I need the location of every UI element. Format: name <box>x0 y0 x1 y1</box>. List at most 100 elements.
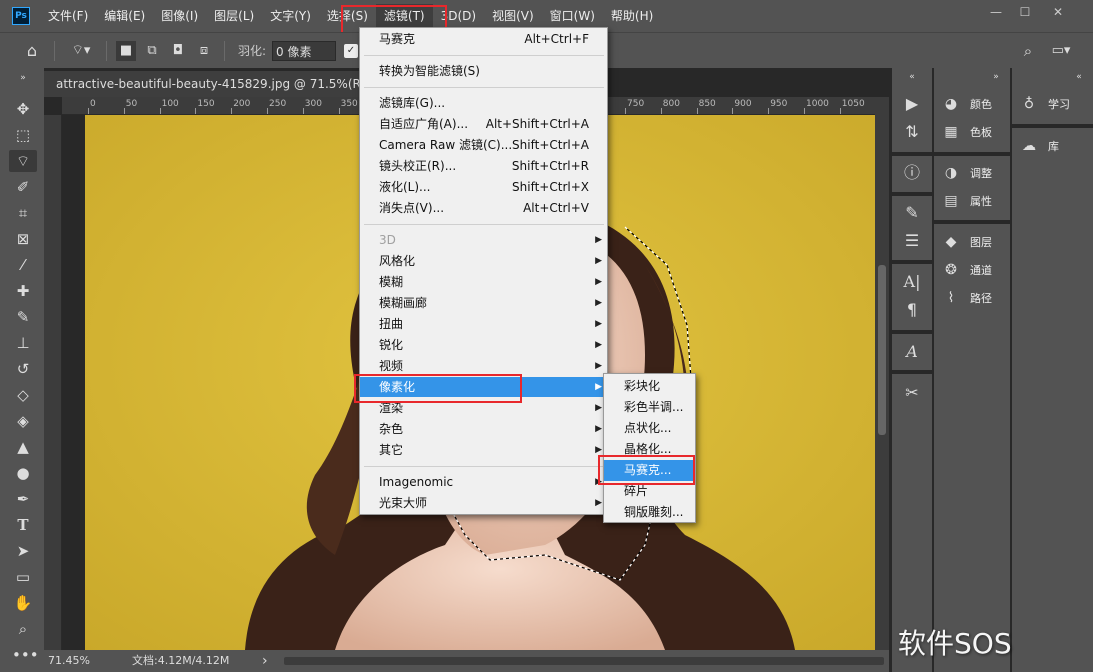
glyphs-icon[interactable]: A <box>900 341 924 363</box>
collapse-arrows-icon[interactable]: « <box>1067 66 1091 88</box>
intersect-selection-icon[interactable]: ⧈ <box>194 41 214 61</box>
play-actions-icon[interactable]: ▶ <box>900 93 924 115</box>
history-icon[interactable]: ⇅ <box>900 121 924 143</box>
more-tools-icon[interactable]: ••• <box>12 644 39 666</box>
menu-item-noise[interactable]: 杂色 ▶ <box>360 419 607 439</box>
new-selection-icon[interactable]: ■ <box>116 41 136 61</box>
submenu-item-facet[interactable]: 彩块化 <box>604 376 695 397</box>
menu-item-pixelate[interactable]: 像素化 ▶ <box>360 377 607 397</box>
document-tab[interactable]: attractive-beautiful-beauty-415829.jpg @… <box>44 71 364 97</box>
eyedropper-icon[interactable]: ⁄ <box>12 254 34 276</box>
menu-item-filter-gallery[interactable]: 滤镜库(G)... <box>360 93 607 113</box>
collapse-arrows-icon[interactable]: » <box>984 66 1008 88</box>
menu-item-other[interactable]: 其它 ▶ <box>360 440 607 460</box>
vertical-scrollbar[interactable] <box>875 97 889 650</box>
search-icon[interactable]: ⌕ <box>1018 41 1038 61</box>
panel-color[interactable]: ◕ 颜色 <box>940 92 992 116</box>
type-tool-icon[interactable]: T <box>12 514 34 536</box>
rectangle-tool-icon[interactable]: ▭ <box>12 566 34 588</box>
quick-selection-icon[interactable]: ✐ <box>12 176 34 198</box>
panel-swatches[interactable]: ▦ 色板 <box>940 120 992 144</box>
frame-tool-icon[interactable]: ⊠ <box>12 228 34 250</box>
menu-image[interactable]: 图像(I) <box>153 4 206 28</box>
tools-icon[interactable]: ✂ <box>900 382 924 404</box>
menu-item-distort[interactable]: 扭曲 ▶ <box>360 314 607 334</box>
menu-item-liquify[interactable]: 液化(L)... Shift+Ctrl+X <box>360 177 607 197</box>
panel-libraries[interactable]: ☁ 库 <box>1018 134 1059 158</box>
character-icon[interactable]: A| <box>900 271 924 293</box>
path-selection-icon[interactable]: ➤ <box>12 540 34 562</box>
menu-view[interactable]: 视图(V) <box>484 4 542 28</box>
lasso-tool-icon[interactable]: ⌔ <box>9 150 37 172</box>
hand-tool-icon[interactable]: ✋ <box>12 592 34 614</box>
antialias-checkbox[interactable]: ✓ <box>344 44 358 58</box>
menu-item-stylize[interactable]: 风格化 ▶ <box>360 251 607 271</box>
menu-item-camera-raw[interactable]: Camera Raw 滤镜(C)... Shift+Ctrl+A <box>360 135 607 155</box>
menu-item-render[interactable]: 渲染 ▶ <box>360 398 607 418</box>
marquee-tool-icon[interactable]: ⬚ <box>12 124 34 146</box>
menu-type[interactable]: 文字(Y) <box>262 4 319 28</box>
menu-item-lens-correction[interactable]: 镜头校正(R)... Shift+Ctrl+R <box>360 156 607 176</box>
polygonal-lasso-icon[interactable]: ⌔▾ <box>64 41 98 61</box>
blur-tool-icon[interactable]: ▲ <box>12 436 34 458</box>
menu-item-blur-gallery[interactable]: 模糊画廊 ▶ <box>360 293 607 313</box>
panel-properties[interactable]: ▤ 属性 <box>940 189 992 213</box>
stamp-tool-icon[interactable]: ⊥ <box>12 332 34 354</box>
history-brush-icon[interactable]: ↺ <box>12 358 34 380</box>
pen-tool-icon[interactable]: ✒ <box>12 488 34 510</box>
move-tool-icon[interactable]: ✥ <box>12 98 34 120</box>
submenu-item-crystallize[interactable]: 晶格化... <box>604 439 695 460</box>
maximize-button[interactable]: ☐ <box>1012 2 1038 22</box>
workspace-icon[interactable]: ▭▾ <box>1046 41 1076 61</box>
menu-3d[interactable]: 3D(D) <box>433 4 484 28</box>
menu-item-sharpen[interactable]: 锐化 ▶ <box>360 335 607 355</box>
menu-select[interactable]: 选择(S) <box>319 4 376 28</box>
adjustments-sliders-icon[interactable]: ☰ <box>900 230 924 252</box>
zoom-tool-icon[interactable]: ⌕ <box>12 618 34 640</box>
panel-layers[interactable]: ◆ 图层 <box>940 230 992 254</box>
menu-item-vanishing-point[interactable]: 消失点(V)... Alt+Ctrl+V <box>360 198 607 218</box>
menu-filter[interactable]: 滤镜(T) <box>375 4 433 28</box>
dodge-tool-icon[interactable]: ● <box>12 462 34 484</box>
menu-help[interactable]: 帮助(H) <box>603 4 661 28</box>
menu-window[interactable]: 窗口(W) <box>542 4 603 28</box>
paint-bucket-icon[interactable]: ◈ <box>12 410 34 432</box>
brush-tool-icon[interactable]: ✎ <box>12 306 34 328</box>
minimize-button[interactable]: — <box>983 2 1009 22</box>
add-selection-icon[interactable]: ⧉ <box>142 41 162 61</box>
panel-paths[interactable]: ⌇ 路径 <box>940 286 992 310</box>
panel-adjustments[interactable]: ◑ 调整 <box>940 161 992 185</box>
eraser-icon[interactable]: ◇ <box>12 384 34 406</box>
panel-channels[interactable]: ❂ 通道 <box>940 258 992 282</box>
subtract-selection-icon[interactable]: ◘ <box>168 41 188 61</box>
menu-item-beam-master[interactable]: 光束大师 ▶ <box>360 493 607 513</box>
menu-item-3d[interactable]: 3D ▶ <box>360 230 607 250</box>
home-icon[interactable]: ⌂ <box>20 41 44 61</box>
submenu-item-fragment[interactable]: 碎片 <box>604 481 695 502</box>
menu-item-imagenomic[interactable]: Imagenomic ▶ <box>360 472 607 492</box>
menu-item-video[interactable]: 视频 ▶ <box>360 356 607 376</box>
menu-item-blur[interactable]: 模糊 ▶ <box>360 272 607 292</box>
collapse-arrows-icon[interactable]: « <box>900 66 924 88</box>
submenu-item-color-halftone[interactable]: 彩色半调... <box>604 397 695 418</box>
brush-settings-icon[interactable]: ✎ <box>900 202 924 224</box>
paragraph-icon[interactable]: ¶ <box>900 299 924 321</box>
horizontal-scrollbar[interactable] <box>284 657 884 665</box>
healing-brush-icon[interactable]: ✚ <box>12 280 34 302</box>
zoom-level[interactable]: 71.45% <box>48 650 90 672</box>
menu-item-mosaic-last[interactable]: 马赛克 Alt+Ctrl+F <box>360 29 607 49</box>
menu-item-smart-filter[interactable]: 转换为智能滤镜(S) <box>360 61 607 81</box>
close-button[interactable]: ✕ <box>1045 2 1071 22</box>
menu-layer[interactable]: 图层(L) <box>206 4 262 28</box>
menu-edit[interactable]: 编辑(E) <box>96 4 153 28</box>
submenu-item-mezzotint[interactable]: 铜版雕刻... <box>604 502 695 523</box>
panel-learn[interactable]: ♁ 学习 <box>1018 92 1070 116</box>
submenu-item-mosaic[interactable]: 马赛克... <box>604 460 695 481</box>
collapse-arrows-icon[interactable]: » <box>12 67 34 89</box>
submenu-item-pointillize[interactable]: 点状化... <box>604 418 695 439</box>
menu-item-adaptive-wide-angle[interactable]: 自适应广角(A)... Alt+Shift+Ctrl+A <box>360 114 607 134</box>
info-icon[interactable]: ⓘ <box>900 162 924 184</box>
feather-input[interactable]: 0 像素 <box>272 41 336 61</box>
scrollbar-thumb[interactable] <box>878 265 886 435</box>
status-menu-arrow[interactable]: › <box>262 650 268 672</box>
